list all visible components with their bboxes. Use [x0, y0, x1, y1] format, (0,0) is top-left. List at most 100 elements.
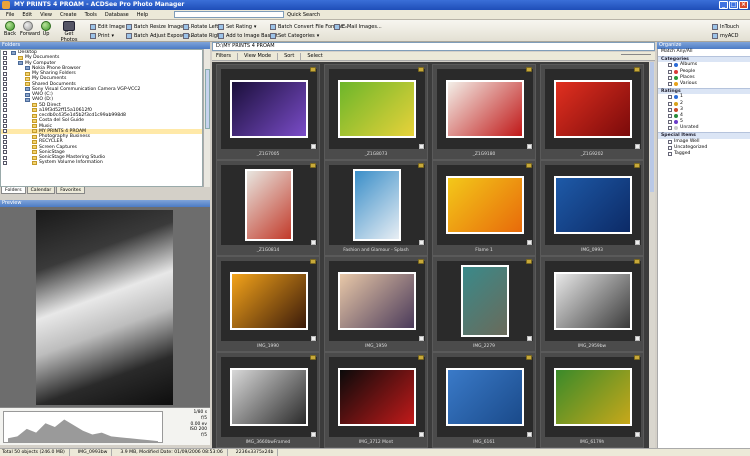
- set-categories-button[interactable]: Set Categories ▾: [270, 32, 319, 40]
- print-button[interactable]: Print ▾: [90, 32, 114, 40]
- thumbnail-item[interactable]: _Z1G0814: [216, 160, 320, 256]
- folder-checkbox[interactable]: [3, 155, 7, 160]
- maximize-button[interactable]: □: [729, 1, 738, 9]
- folder-checkbox[interactable]: [3, 129, 7, 134]
- filter-checkbox[interactable]: [668, 126, 672, 131]
- folder-checkbox[interactable]: [3, 124, 7, 129]
- filter-checkbox[interactable]: [668, 69, 672, 74]
- folder-checkbox[interactable]: [3, 66, 7, 71]
- tab-folders[interactable]: Folders: [1, 187, 26, 194]
- folder-checkbox[interactable]: [3, 108, 7, 113]
- folder-checkbox[interactable]: [3, 50, 7, 55]
- thumbnail-item[interactable]: IMG_2279: [432, 256, 536, 352]
- thumbnail-checkbox[interactable]: [635, 432, 640, 437]
- set-rating-button[interactable]: Set Rating ▾: [218, 23, 256, 31]
- tab-calendar[interactable]: Calendar: [26, 187, 56, 194]
- menu-view[interactable]: View: [36, 12, 56, 18]
- get-photos-button[interactable]: Get Photos: [58, 21, 80, 43]
- folder-checkbox[interactable]: [3, 71, 7, 76]
- filter-checkbox[interactable]: [668, 120, 672, 125]
- filter-checkbox[interactable]: [668, 101, 672, 106]
- sort-button[interactable]: Sort: [284, 53, 294, 59]
- address-bar[interactable]: D:\MY PRINTS 4 PROAM: [212, 42, 655, 51]
- up-button[interactable]: Up: [38, 21, 54, 37]
- folder-checkbox[interactable]: [3, 134, 7, 139]
- menu-edit[interactable]: Edit: [18, 12, 36, 18]
- quick-search-input[interactable]: [174, 11, 285, 18]
- folder-checkbox[interactable]: [3, 150, 7, 155]
- thumbnail-item[interactable]: IMG_3660bwFramed: [216, 352, 320, 448]
- thumbnail-checkbox[interactable]: [311, 432, 316, 437]
- grid-scrollbar[interactable]: [649, 62, 655, 448]
- folder-checkbox[interactable]: [3, 160, 7, 165]
- rotate-left-button[interactable]: Rotate Left: [183, 23, 218, 31]
- filter-checkbox[interactable]: [668, 75, 672, 80]
- filter-checkbox[interactable]: [668, 82, 672, 87]
- filter-checkbox[interactable]: [668, 63, 672, 68]
- thumbnail-checkbox[interactable]: [527, 432, 532, 437]
- thumbnail-checkbox[interactable]: [527, 240, 532, 245]
- thumbnail-item[interactable]: IMG_3712 Mont: [324, 352, 428, 448]
- back-button[interactable]: Back: [2, 21, 18, 37]
- folder-checkbox[interactable]: [3, 97, 7, 102]
- menu-database[interactable]: Database: [101, 12, 133, 18]
- folder-tree[interactable]: Desktop My Documents My Computer Nokia Phon…: [0, 49, 203, 187]
- menu-create[interactable]: Create: [56, 12, 81, 18]
- filter-checkbox[interactable]: [668, 145, 672, 150]
- match-any-all-dropdown[interactable]: Match Any/All: [658, 49, 750, 55]
- menu-help[interactable]: Help: [133, 12, 152, 18]
- filter-checkbox[interactable]: [668, 95, 672, 100]
- folder-checkbox[interactable]: [3, 118, 7, 123]
- tab-favorites[interactable]: Favorites: [56, 187, 85, 194]
- filter-checkbox[interactable]: [668, 139, 672, 144]
- menu-tools[interactable]: Tools: [81, 12, 101, 18]
- intouch-button[interactable]: InTouch: [712, 23, 739, 31]
- quick-search-button[interactable]: Quick Search: [287, 12, 320, 18]
- thumbnail-checkbox[interactable]: [311, 240, 316, 245]
- grid-scroll-thumb[interactable]: [650, 62, 654, 192]
- thumbnail-checkbox[interactable]: [419, 432, 424, 437]
- thumbnail-item[interactable]: IMG_2959bw: [540, 256, 644, 352]
- thumbnail-item[interactable]: IMG_1990: [216, 256, 320, 352]
- folder-checkbox[interactable]: [3, 76, 7, 81]
- category-item[interactable]: Various: [658, 81, 750, 87]
- filter-checkbox[interactable]: [668, 107, 672, 112]
- forward-button[interactable]: Forward: [20, 21, 40, 37]
- thumbnail-checkbox[interactable]: [635, 144, 640, 149]
- edit-image-button[interactable]: Edit Image ▾: [90, 23, 129, 31]
- thumbnail-checkbox[interactable]: [527, 144, 532, 149]
- close-button[interactable]: ×: [739, 1, 748, 9]
- thumbnail-item[interactable]: _Z1G9180: [432, 64, 536, 160]
- folder-checkbox[interactable]: [3, 82, 7, 87]
- thumbnail-checkbox[interactable]: [311, 336, 316, 341]
- select-button[interactable]: Select: [307, 53, 322, 59]
- rating-item[interactable]: Unrated: [658, 125, 750, 131]
- thumbnail-item[interactable]: IMG_6179h: [540, 352, 644, 448]
- thumbnail-item[interactable]: IMG_0993: [540, 160, 644, 256]
- thumbnail-checkbox[interactable]: [419, 336, 424, 341]
- folder-checkbox[interactable]: [3, 113, 7, 118]
- folder-tree-item[interactable]: System Volume Information: [1, 160, 202, 165]
- minimize-button[interactable]: _: [719, 1, 728, 9]
- thumbnail-item[interactable]: IMG_6161: [432, 352, 536, 448]
- email-button[interactable]: E-Mail Images...: [334, 23, 382, 31]
- filter-checkbox[interactable]: [668, 152, 672, 157]
- add-basket-button[interactable]: Add to Image Basket: [218, 32, 278, 40]
- thumbnail-checkbox[interactable]: [635, 336, 640, 341]
- folder-checkbox[interactable]: [3, 92, 7, 97]
- folder-checkbox[interactable]: [3, 61, 7, 66]
- thumbnail-item[interactable]: _Z1G9202: [540, 64, 644, 160]
- thumbnail-checkbox[interactable]: [635, 240, 640, 245]
- special-item[interactable]: Tagged: [658, 151, 750, 157]
- thumbnail-size-slider[interactable]: [621, 54, 651, 58]
- filter-checkbox[interactable]: [668, 113, 672, 118]
- folder-checkbox[interactable]: [3, 87, 7, 92]
- thumbnail-checkbox[interactable]: [419, 240, 424, 245]
- folder-checkbox[interactable]: [3, 145, 7, 150]
- folder-checkbox[interactable]: [3, 55, 7, 60]
- myacd-button[interactable]: myACD: [712, 32, 739, 40]
- folder-checkbox[interactable]: [3, 139, 7, 144]
- folder-tree-scrollbar[interactable]: [203, 49, 210, 187]
- thumbnail-item[interactable]: _Z1G8073: [324, 64, 428, 160]
- thumbnail-checkbox[interactable]: [419, 144, 424, 149]
